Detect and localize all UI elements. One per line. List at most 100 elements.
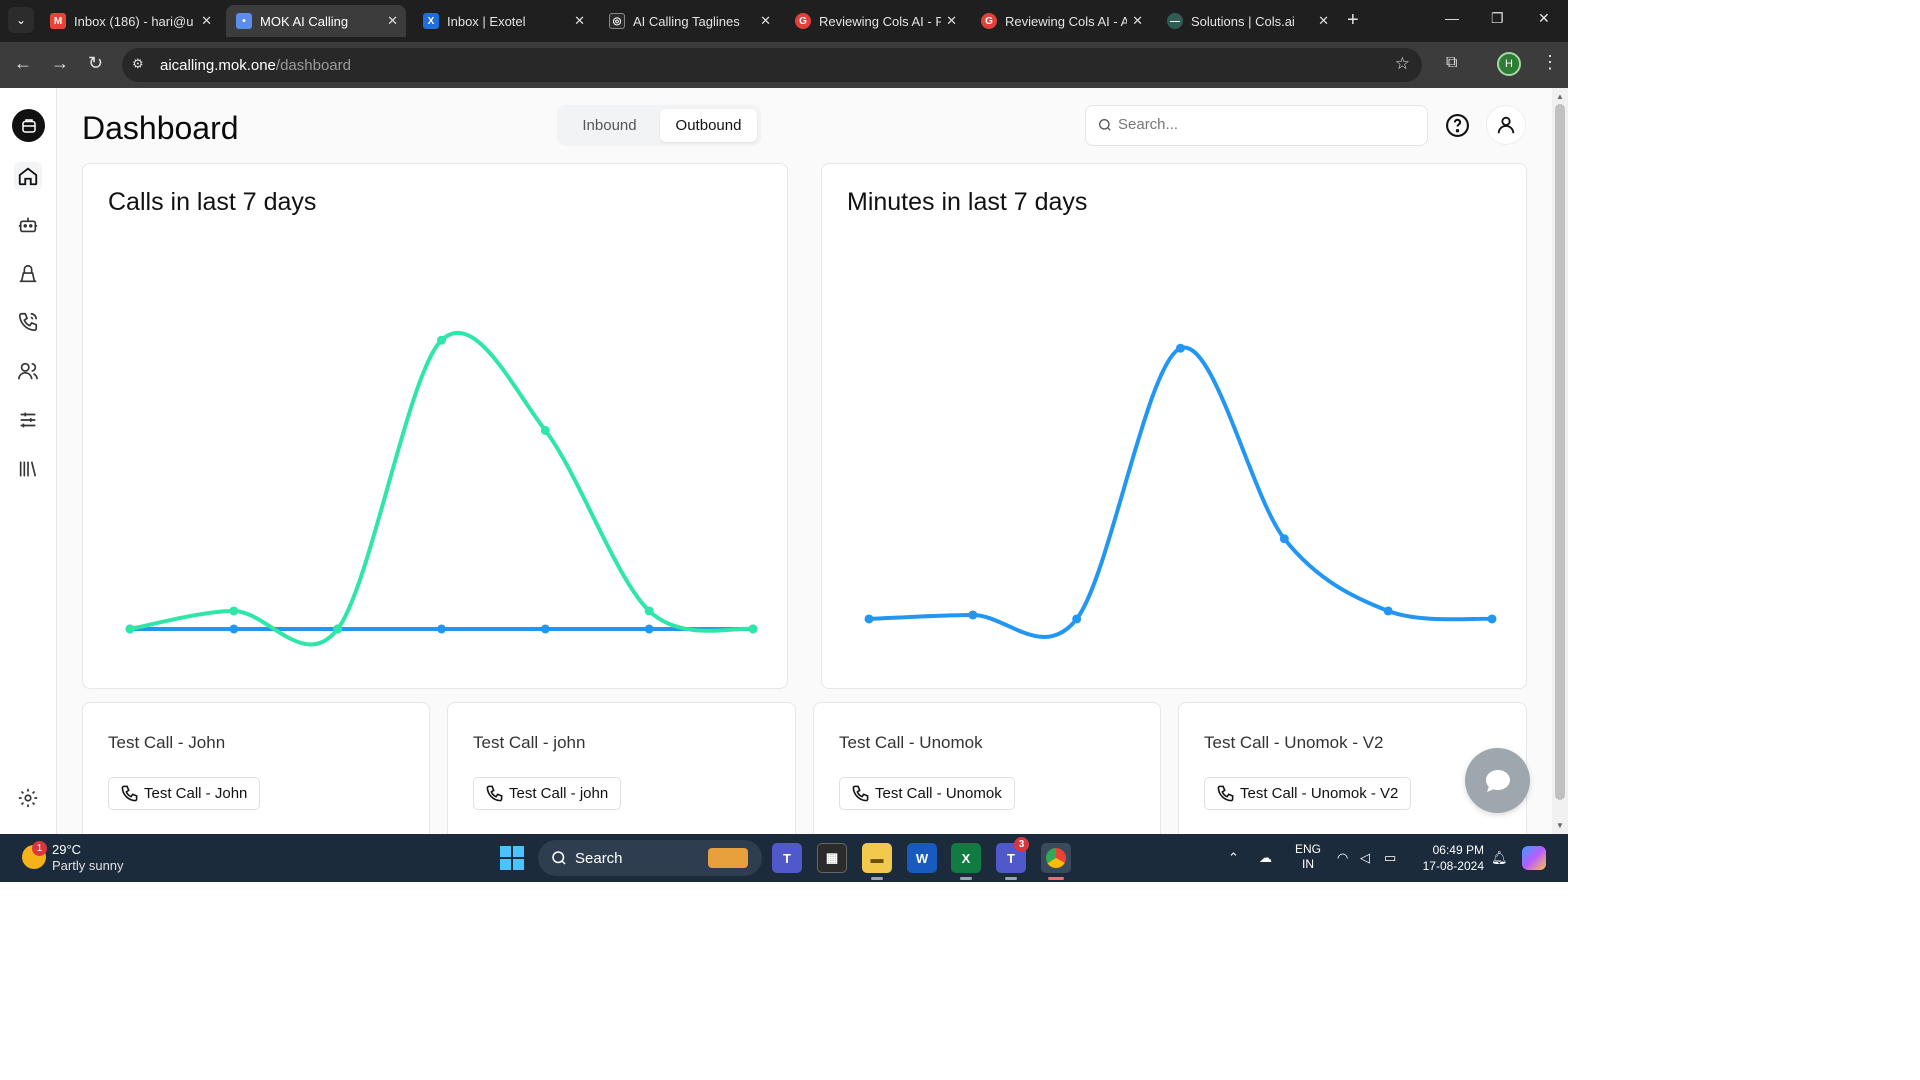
phone-icon: [1217, 785, 1234, 802]
close-tab-icon[interactable]: ✕: [1132, 13, 1143, 29]
os-taskbar: 1 29°C Partly sunny Search T ▦ ▬ W X T 3…: [0, 834, 1568, 882]
browser-tab-exotel[interactable]: X Inbox | Exotel ✕: [413, 5, 593, 37]
excel-icon[interactable]: X: [951, 843, 981, 880]
bookmark-star-icon[interactable]: ☆: [1395, 54, 1410, 74]
data-point[interactable]: [1487, 614, 1497, 624]
notification-bell-icon[interactable]: 🔔︎: [1491, 850, 1508, 866]
search-input[interactable]: [1118, 116, 1418, 133]
extensions-icon[interactable]: ⧉: [1446, 54, 1457, 72]
test-call-button[interactable]: Test Call - Unomok: [839, 777, 1015, 810]
close-tab-icon[interactable]: ✕: [946, 13, 957, 29]
input-language[interactable]: ENG IN: [1295, 842, 1321, 872]
battery-icon[interactable]: ▭: [1384, 850, 1396, 866]
user-menu-button[interactable]: [1486, 105, 1526, 145]
chrome-icon[interactable]: [1041, 843, 1071, 880]
windows-start-icon[interactable]: [500, 846, 524, 870]
test-call-button[interactable]: Test Call - John: [108, 777, 261, 810]
file-explorer-icon[interactable]: ▬: [862, 843, 892, 880]
call-card: Test Call - john Test Call - john: [447, 702, 796, 834]
settings-sliders-icon[interactable]: [14, 406, 42, 434]
store-icon[interactable]: ▦: [817, 843, 847, 873]
data-point[interactable]: [540, 425, 550, 435]
address-bar[interactable]: ⚙ aicalling.mok.one/dashboard ☆: [122, 48, 1422, 82]
data-point[interactable]: [968, 610, 978, 620]
chat-launcher-button[interactable]: [1465, 748, 1530, 813]
back-icon[interactable]: ←: [14, 53, 32, 74]
browser-tab-grammarly-2[interactable]: G Reviewing Cols AI - A ✕: [971, 5, 1151, 37]
data-point[interactable]: [644, 624, 654, 634]
call-card: Test Call - Unomok Test Call - Unomok: [813, 702, 1161, 834]
data-point[interactable]: [437, 624, 446, 634]
browser-tab-gmail[interactable]: M Inbox (186) - hari@u ✕: [40, 5, 220, 37]
clock-time: 06:49 PM: [1432, 843, 1484, 857]
help-icon[interactable]: [1445, 113, 1470, 143]
app-logo[interactable]: [12, 109, 45, 142]
grammarly-icon: G: [981, 13, 997, 29]
toggle-inbound[interactable]: Inbound: [561, 109, 658, 142]
volume-icon[interactable]: ◁: [1360, 850, 1370, 866]
data-point[interactable]: [1176, 343, 1185, 353]
tab-title: AI Calling Taglines: [633, 13, 740, 29]
data-point[interactable]: [229, 624, 239, 634]
browser-menu-icon[interactable]: ⋮: [1541, 52, 1559, 73]
close-tab-icon[interactable]: ✕: [574, 13, 585, 29]
phone-call-icon[interactable]: [14, 308, 42, 336]
browser-tab-mok[interactable]: • MOK AI Calling ✕: [226, 5, 406, 37]
site-info-icon[interactable]: ⚙: [132, 56, 150, 74]
data-point[interactable]: [333, 624, 343, 634]
gear-icon[interactable]: [14, 784, 42, 812]
browser-tab-colsai[interactable]: — Solutions | Cols.ai ✕: [1157, 5, 1337, 37]
calls-line-chart: [125, 330, 758, 647]
onedrive-icon[interactable]: ☁: [1259, 850, 1272, 866]
home-icon[interactable]: [14, 162, 42, 190]
new-tab-icon[interactable]: +: [1347, 9, 1359, 32]
bot-icon[interactable]: [14, 211, 42, 239]
restore-icon[interactable]: ❐: [1491, 10, 1504, 27]
reload-icon[interactable]: ↻: [88, 53, 103, 74]
data-point[interactable]: [125, 624, 135, 634]
data-point[interactable]: [1072, 614, 1082, 624]
scrollbar-thumb[interactable]: [1555, 104, 1565, 800]
close-tab-icon[interactable]: ✕: [1318, 13, 1329, 29]
close-window-icon[interactable]: ✕: [1538, 10, 1550, 27]
data-point[interactable]: [864, 614, 874, 624]
taskbar-search-label: Search: [575, 850, 623, 867]
test-call-button[interactable]: Test Call - Unomok - V2: [1204, 777, 1412, 810]
data-point[interactable]: [1383, 606, 1393, 616]
running-indicator: [960, 877, 972, 880]
scroll-up-icon[interactable]: ▲: [1556, 92, 1564, 101]
copilot-icon[interactable]: [1522, 846, 1546, 870]
word-icon[interactable]: W: [907, 843, 937, 873]
tab-search-button[interactable]: ⌄: [8, 7, 34, 33]
taskbar-search[interactable]: Search: [538, 840, 762, 876]
close-tab-icon[interactable]: ✕: [201, 13, 212, 29]
teams-icon[interactable]: T: [772, 843, 802, 873]
page-scrollbar[interactable]: ▲ ▼: [1552, 88, 1568, 834]
scroll-down-icon[interactable]: ▼: [1556, 821, 1564, 830]
toggle-outbound[interactable]: Outbound: [660, 109, 757, 142]
browser-tab-grammarly-1[interactable]: G Reviewing Cols AI - P ✕: [785, 5, 965, 37]
library-icon[interactable]: [14, 455, 42, 483]
call-card-title: Test Call - John: [108, 733, 226, 752]
data-point[interactable]: [540, 624, 550, 634]
campaign-icon[interactable]: [14, 260, 42, 288]
system-clock[interactable]: 06:49 PM 17-08-2024: [1418, 842, 1484, 874]
grammarly-icon: G: [795, 13, 811, 29]
data-point[interactable]: [1279, 534, 1289, 544]
minimize-icon[interactable]: —: [1445, 10, 1459, 26]
data-point[interactable]: [644, 606, 654, 616]
close-tab-icon[interactable]: ✕: [387, 13, 398, 29]
data-point[interactable]: [229, 606, 239, 616]
browser-toolbar: ← → ↻ ⚙ aicalling.mok.one/dashboard ☆ ⧉ …: [0, 42, 1568, 88]
close-tab-icon[interactable]: ✕: [760, 13, 771, 29]
contacts-icon[interactable]: [14, 357, 42, 385]
profile-avatar[interactable]: H: [1497, 52, 1521, 76]
wifi-icon[interactable]: ◠: [1337, 850, 1348, 866]
teams-work-icon[interactable]: T 3: [996, 837, 1029, 880]
show-hidden-icons[interactable]: ⌃: [1228, 850, 1239, 866]
browser-tab-chatgpt[interactable]: ◎ AI Calling Taglines ✕: [599, 5, 779, 37]
test-call-button[interactable]: Test Call - john: [473, 777, 622, 810]
data-point[interactable]: [748, 624, 758, 634]
forward-icon[interactable]: →: [51, 53, 69, 74]
data-point[interactable]: [437, 335, 446, 345]
